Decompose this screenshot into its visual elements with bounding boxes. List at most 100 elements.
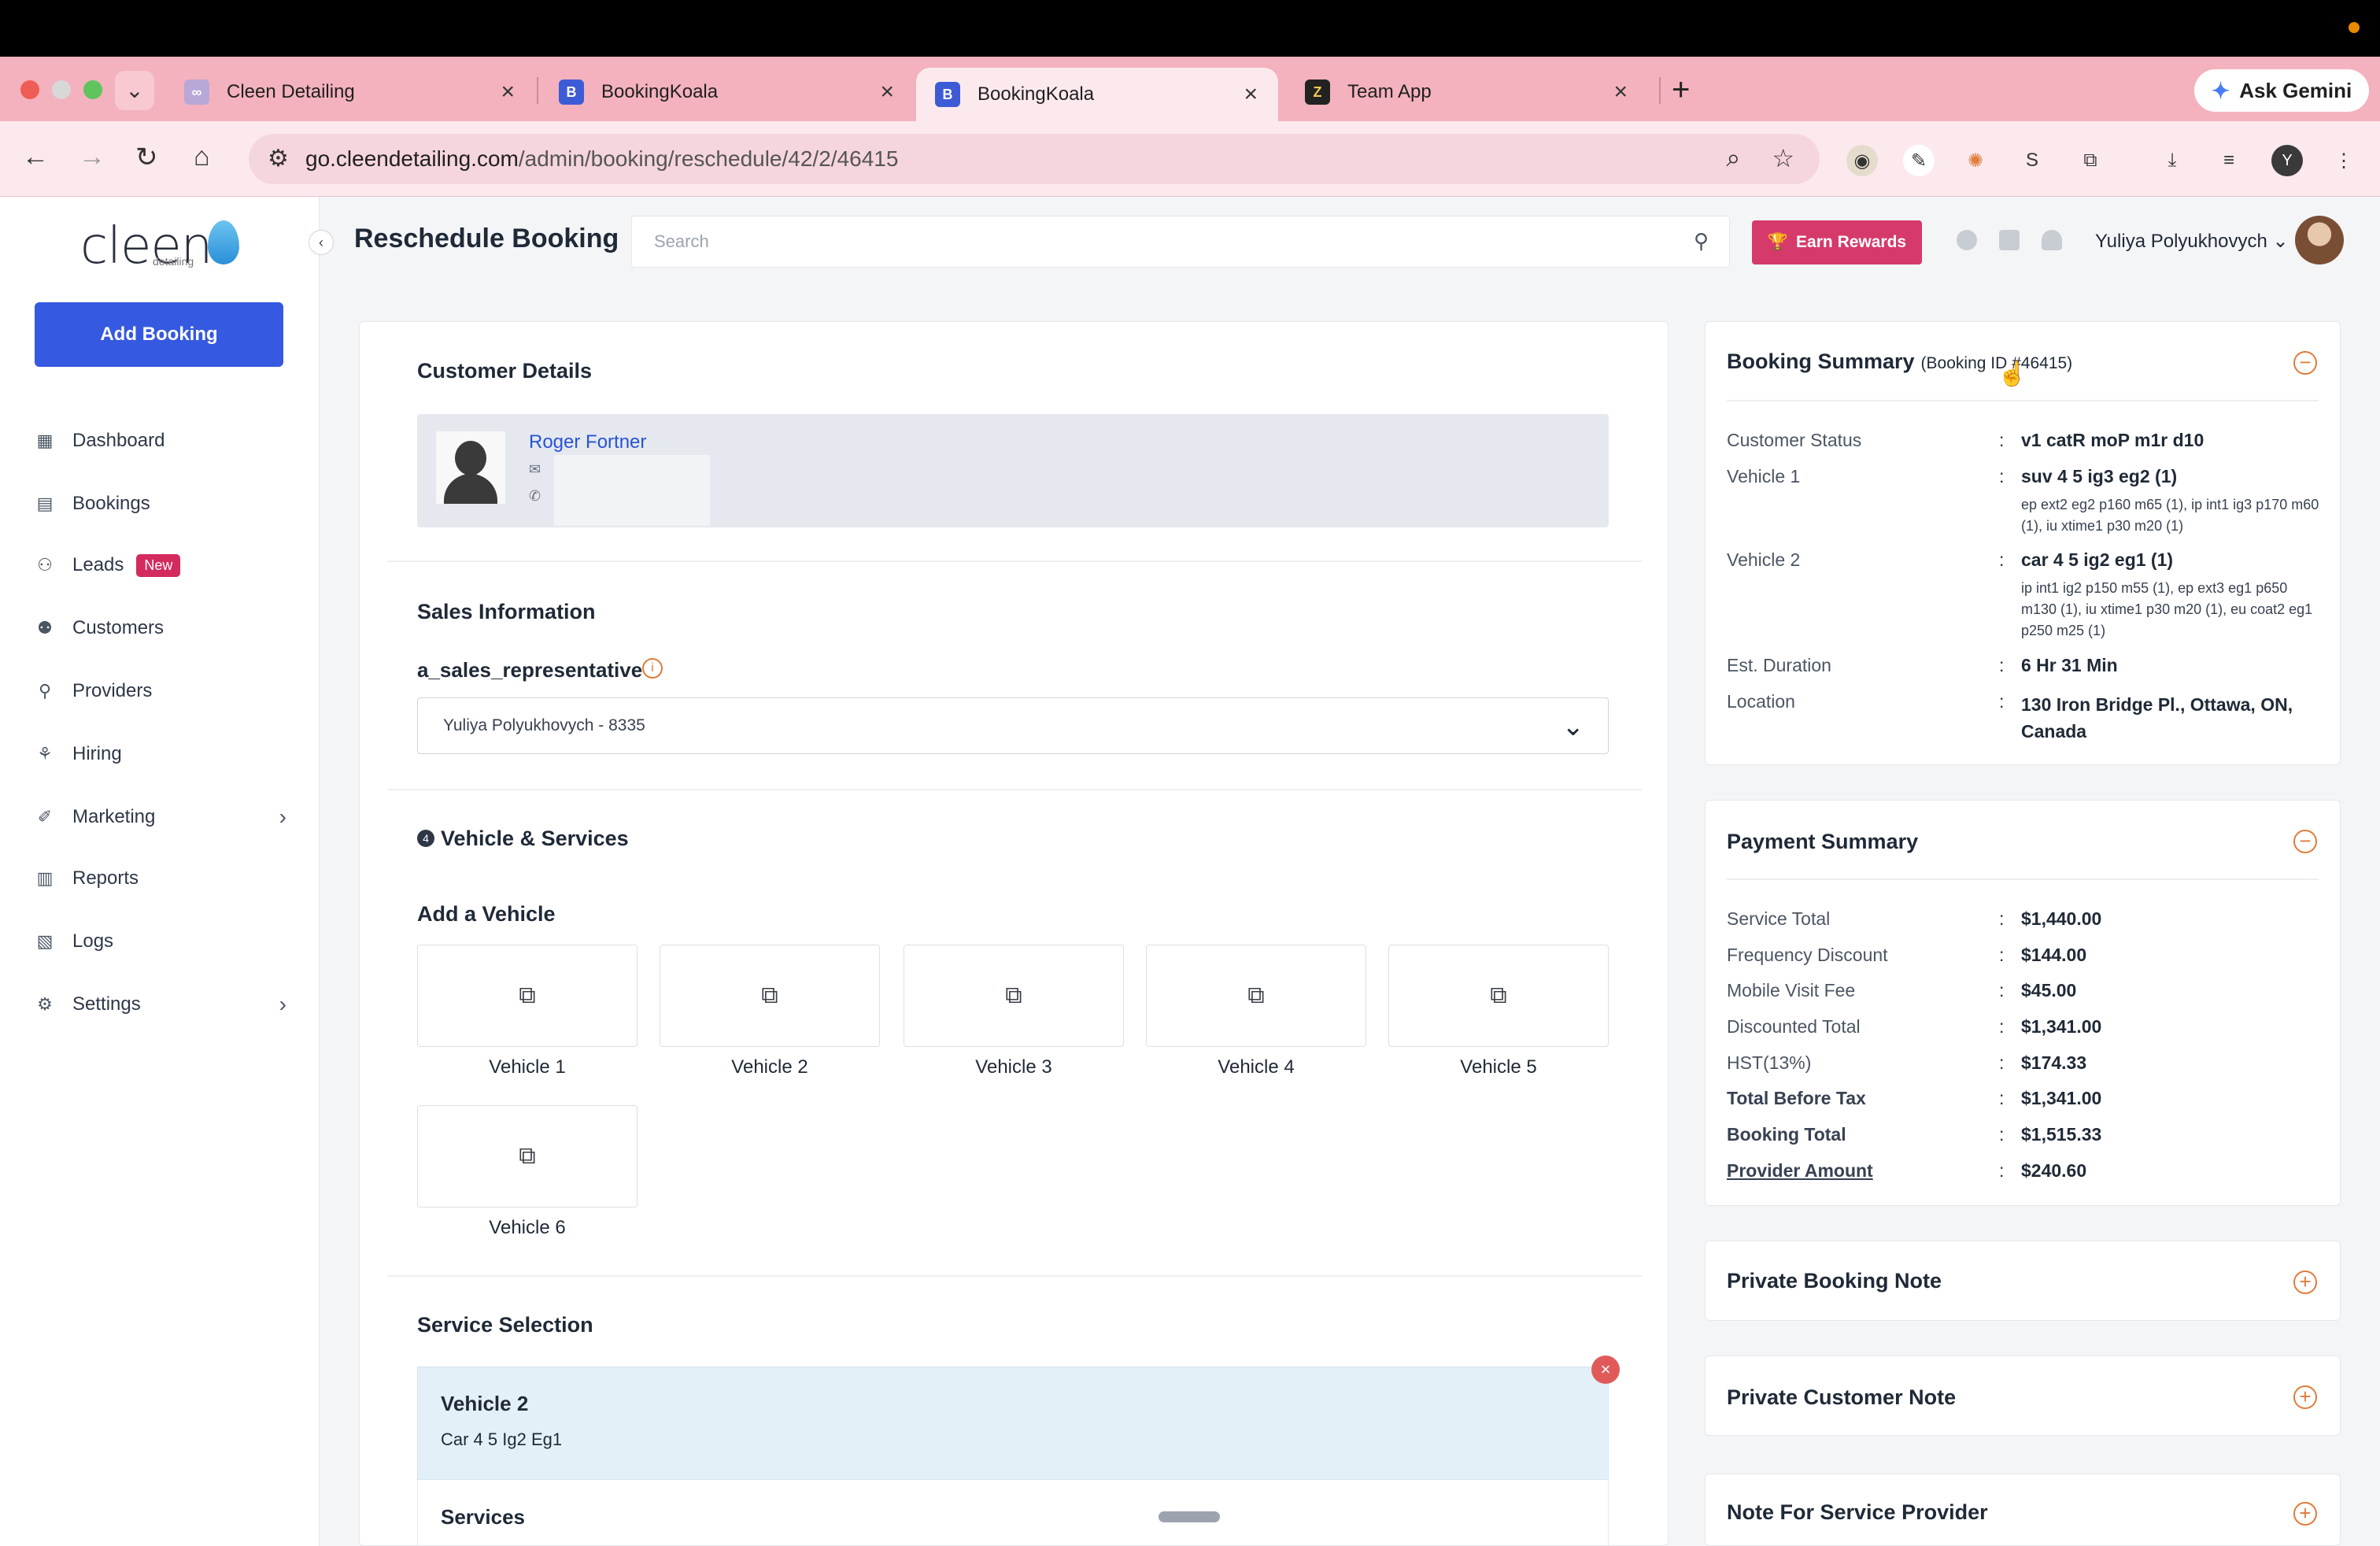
- window-maximize-button[interactable]: [83, 80, 102, 99]
- sidebar-item-customers[interactable]: ⚉ Customers: [35, 611, 286, 645]
- window-close-button[interactable]: [20, 80, 39, 99]
- zoom-icon[interactable]: ⌕: [1726, 143, 1740, 173]
- provider-amount-link[interactable]: Provider Amount: [1727, 1160, 1873, 1182]
- new-tab-button[interactable]: +: [1672, 72, 1690, 108]
- summary-key: Vehicle 1: [1727, 466, 1801, 486]
- colon: :: [1999, 466, 2005, 486]
- tab-close-icon[interactable]: ×: [880, 79, 894, 105]
- water-drop-logo-icon: [208, 220, 239, 264]
- chevron-right-icon: ›: [279, 992, 286, 1016]
- bookingkoala-favicon: B: [935, 82, 960, 107]
- vehicle-5-tile[interactable]: ⧉: [1388, 945, 1609, 1047]
- user-menu[interactable]: Yuliya Polyukhovych ⌄: [2095, 230, 2289, 253]
- tab-close-icon[interactable]: ×: [1613, 79, 1628, 105]
- sidebar-item-providers[interactable]: ⚲ Providers: [35, 674, 286, 708]
- extension-claude-icon[interactable]: ✺: [1960, 145, 1991, 176]
- vehicle-3-tile[interactable]: ⧉: [904, 945, 1124, 1047]
- tab-cleen-detailing[interactable]: ∞ Cleen Detailing ×: [165, 68, 535, 117]
- expand-plus-icon[interactable]: +: [2293, 1502, 2317, 1526]
- summary-key: Vehicle 2: [1727, 549, 1801, 570]
- back-arrow-icon[interactable]: ←: [22, 142, 49, 172]
- extensions-puzzle-icon[interactable]: ⧉: [2075, 145, 2106, 176]
- bell-icon[interactable]: [2042, 230, 2062, 250]
- user-avatar[interactable]: [2295, 216, 2344, 264]
- colon: :: [1999, 1052, 2005, 1073]
- sidebar-item-dashboard[interactable]: ▦ Dashboard: [35, 423, 286, 458]
- site-settings-icon[interactable]: ⚙: [268, 145, 289, 172]
- url-domain: go.cleendetailing.com: [305, 146, 519, 171]
- sidebar-item-reports[interactable]: ▥ Reports: [35, 861, 286, 896]
- forward-arrow-icon[interactable]: →: [79, 142, 105, 172]
- earn-rewards-button[interactable]: 🏆 Earn Rewards: [1752, 220, 1922, 264]
- tab-team-app[interactable]: Z Team App ×: [1286, 68, 1648, 117]
- tab-close-icon[interactable]: ×: [501, 79, 515, 105]
- summary-key: Est. Duration: [1727, 655, 1831, 675]
- address-bar[interactable]: ⚙ go.cleendetailing.com/admin/booking/re…: [249, 134, 1820, 184]
- vehicle-label: Vehicle 3: [975, 1056, 1052, 1078]
- chat-icon[interactable]: [1999, 230, 2020, 250]
- gemini-sparkle-icon: ✦: [2211, 78, 2230, 103]
- collapse-minus-icon[interactable]: −: [2293, 830, 2317, 853]
- reload-icon[interactable]: ↻: [135, 142, 158, 173]
- sidebar-item-leads[interactable]: ⚇ Leads New: [35, 548, 286, 583]
- booking-summary-heading: Booking Summary: [1727, 350, 1915, 373]
- info-icon[interactable]: i: [642, 658, 663, 679]
- tab-separator: [1659, 77, 1661, 104]
- sidebar-item-label: Customers: [72, 617, 164, 638]
- marketing-icon: ✐: [37, 807, 53, 827]
- settings-icon: ⚙: [37, 994, 53, 1014]
- sidebar-item-marketing[interactable]: ✐ Marketing ›: [35, 800, 286, 834]
- sidebar-item-label: Marketing: [72, 806, 156, 827]
- profile-avatar[interactable]: Y: [2271, 145, 2303, 176]
- vehicle-2-tile[interactable]: ⧉: [660, 945, 880, 1047]
- tab-bookingkoala-active[interactable]: B BookingKoala ×: [916, 68, 1278, 121]
- sidebar-item-bookings[interactable]: ▤ Bookings: [35, 486, 286, 521]
- home-icon[interactable]: ⌂: [194, 142, 210, 172]
- tab-close-icon[interactable]: ×: [1244, 81, 1258, 108]
- bookmark-star-icon[interactable]: ☆: [1772, 143, 1794, 173]
- tab-search-button[interactable]: ⌄: [115, 71, 154, 110]
- sidebar-item-settings[interactable]: ⚙ Settings ›: [35, 987, 286, 1022]
- customer-contact-redacted: [554, 455, 710, 526]
- collapse-sidebar-button[interactable]: ‹: [309, 230, 334, 255]
- tab-bookingkoala-1[interactable]: B BookingKoala ×: [540, 68, 915, 117]
- collapse-minus-icon[interactable]: −: [2293, 351, 2317, 375]
- colon: :: [1999, 430, 2005, 450]
- extension-s-icon[interactable]: S: [2016, 145, 2048, 176]
- customer-name-link[interactable]: Roger Fortner: [529, 431, 646, 453]
- service-selection-title: Service Selection: [417, 1313, 593, 1337]
- summary-key: Location: [1727, 691, 1795, 712]
- downloads-icon[interactable]: ⤓: [2156, 145, 2188, 176]
- media-control-icon[interactable]: ≡: [2213, 145, 2245, 176]
- summary-divider: [1727, 878, 2319, 880]
- add-booking-button[interactable]: Add Booking: [35, 302, 283, 367]
- window-minimize-button[interactable]: [52, 80, 71, 99]
- extension-avatar-icon[interactable]: ◉: [1846, 145, 1878, 176]
- colon: :: [1999, 908, 2005, 929]
- expand-plus-icon[interactable]: +: [2293, 1385, 2317, 1409]
- info-icon[interactable]: [1957, 230, 1977, 250]
- scroll-handle[interactable]: [1159, 1511, 1220, 1522]
- customer-avatar-placeholder: [436, 431, 505, 504]
- section-divider: [387, 789, 1642, 790]
- vehicle-1-tile[interactable]: ⧉: [417, 945, 638, 1047]
- search-input[interactable]: Search ⚲: [631, 216, 1730, 268]
- sales-rep-select[interactable]: Yuliya Polyukhovych - 8335 ⌄: [417, 697, 1609, 754]
- sidebar-item-logs[interactable]: ▧ Logs: [35, 924, 286, 959]
- payment-key: Discounted Total: [1727, 1016, 1861, 1037]
- sidebar-item-hiring[interactable]: ⚘ Hiring: [35, 737, 286, 771]
- expand-plus-icon[interactable]: +: [2293, 1270, 2317, 1294]
- browser-menu-icon[interactable]: ⋮: [2328, 145, 2360, 176]
- vehicle-6-tile[interactable]: ⧉: [417, 1105, 638, 1208]
- ask-gemini-button[interactable]: ✦ Ask Gemini: [2194, 69, 2369, 112]
- search-icon[interactable]: ⚲: [1694, 229, 1709, 253]
- vehicle-4-tile[interactable]: ⧉: [1146, 945, 1366, 1047]
- summary-value: v1 catR moP m1r d10: [2021, 430, 2204, 450]
- vehicle-copy-icon: ⧉: [1490, 982, 1507, 1008]
- sidebar-item-label: Bookings: [72, 493, 150, 514]
- remove-vehicle-button[interactable]: ×: [1591, 1356, 1620, 1384]
- new-badge: New: [136, 553, 181, 577]
- extension-brush-icon[interactable]: ✎: [1903, 145, 1935, 176]
- colon: :: [1999, 1016, 2005, 1037]
- email-icon: ✉: [529, 461, 541, 477]
